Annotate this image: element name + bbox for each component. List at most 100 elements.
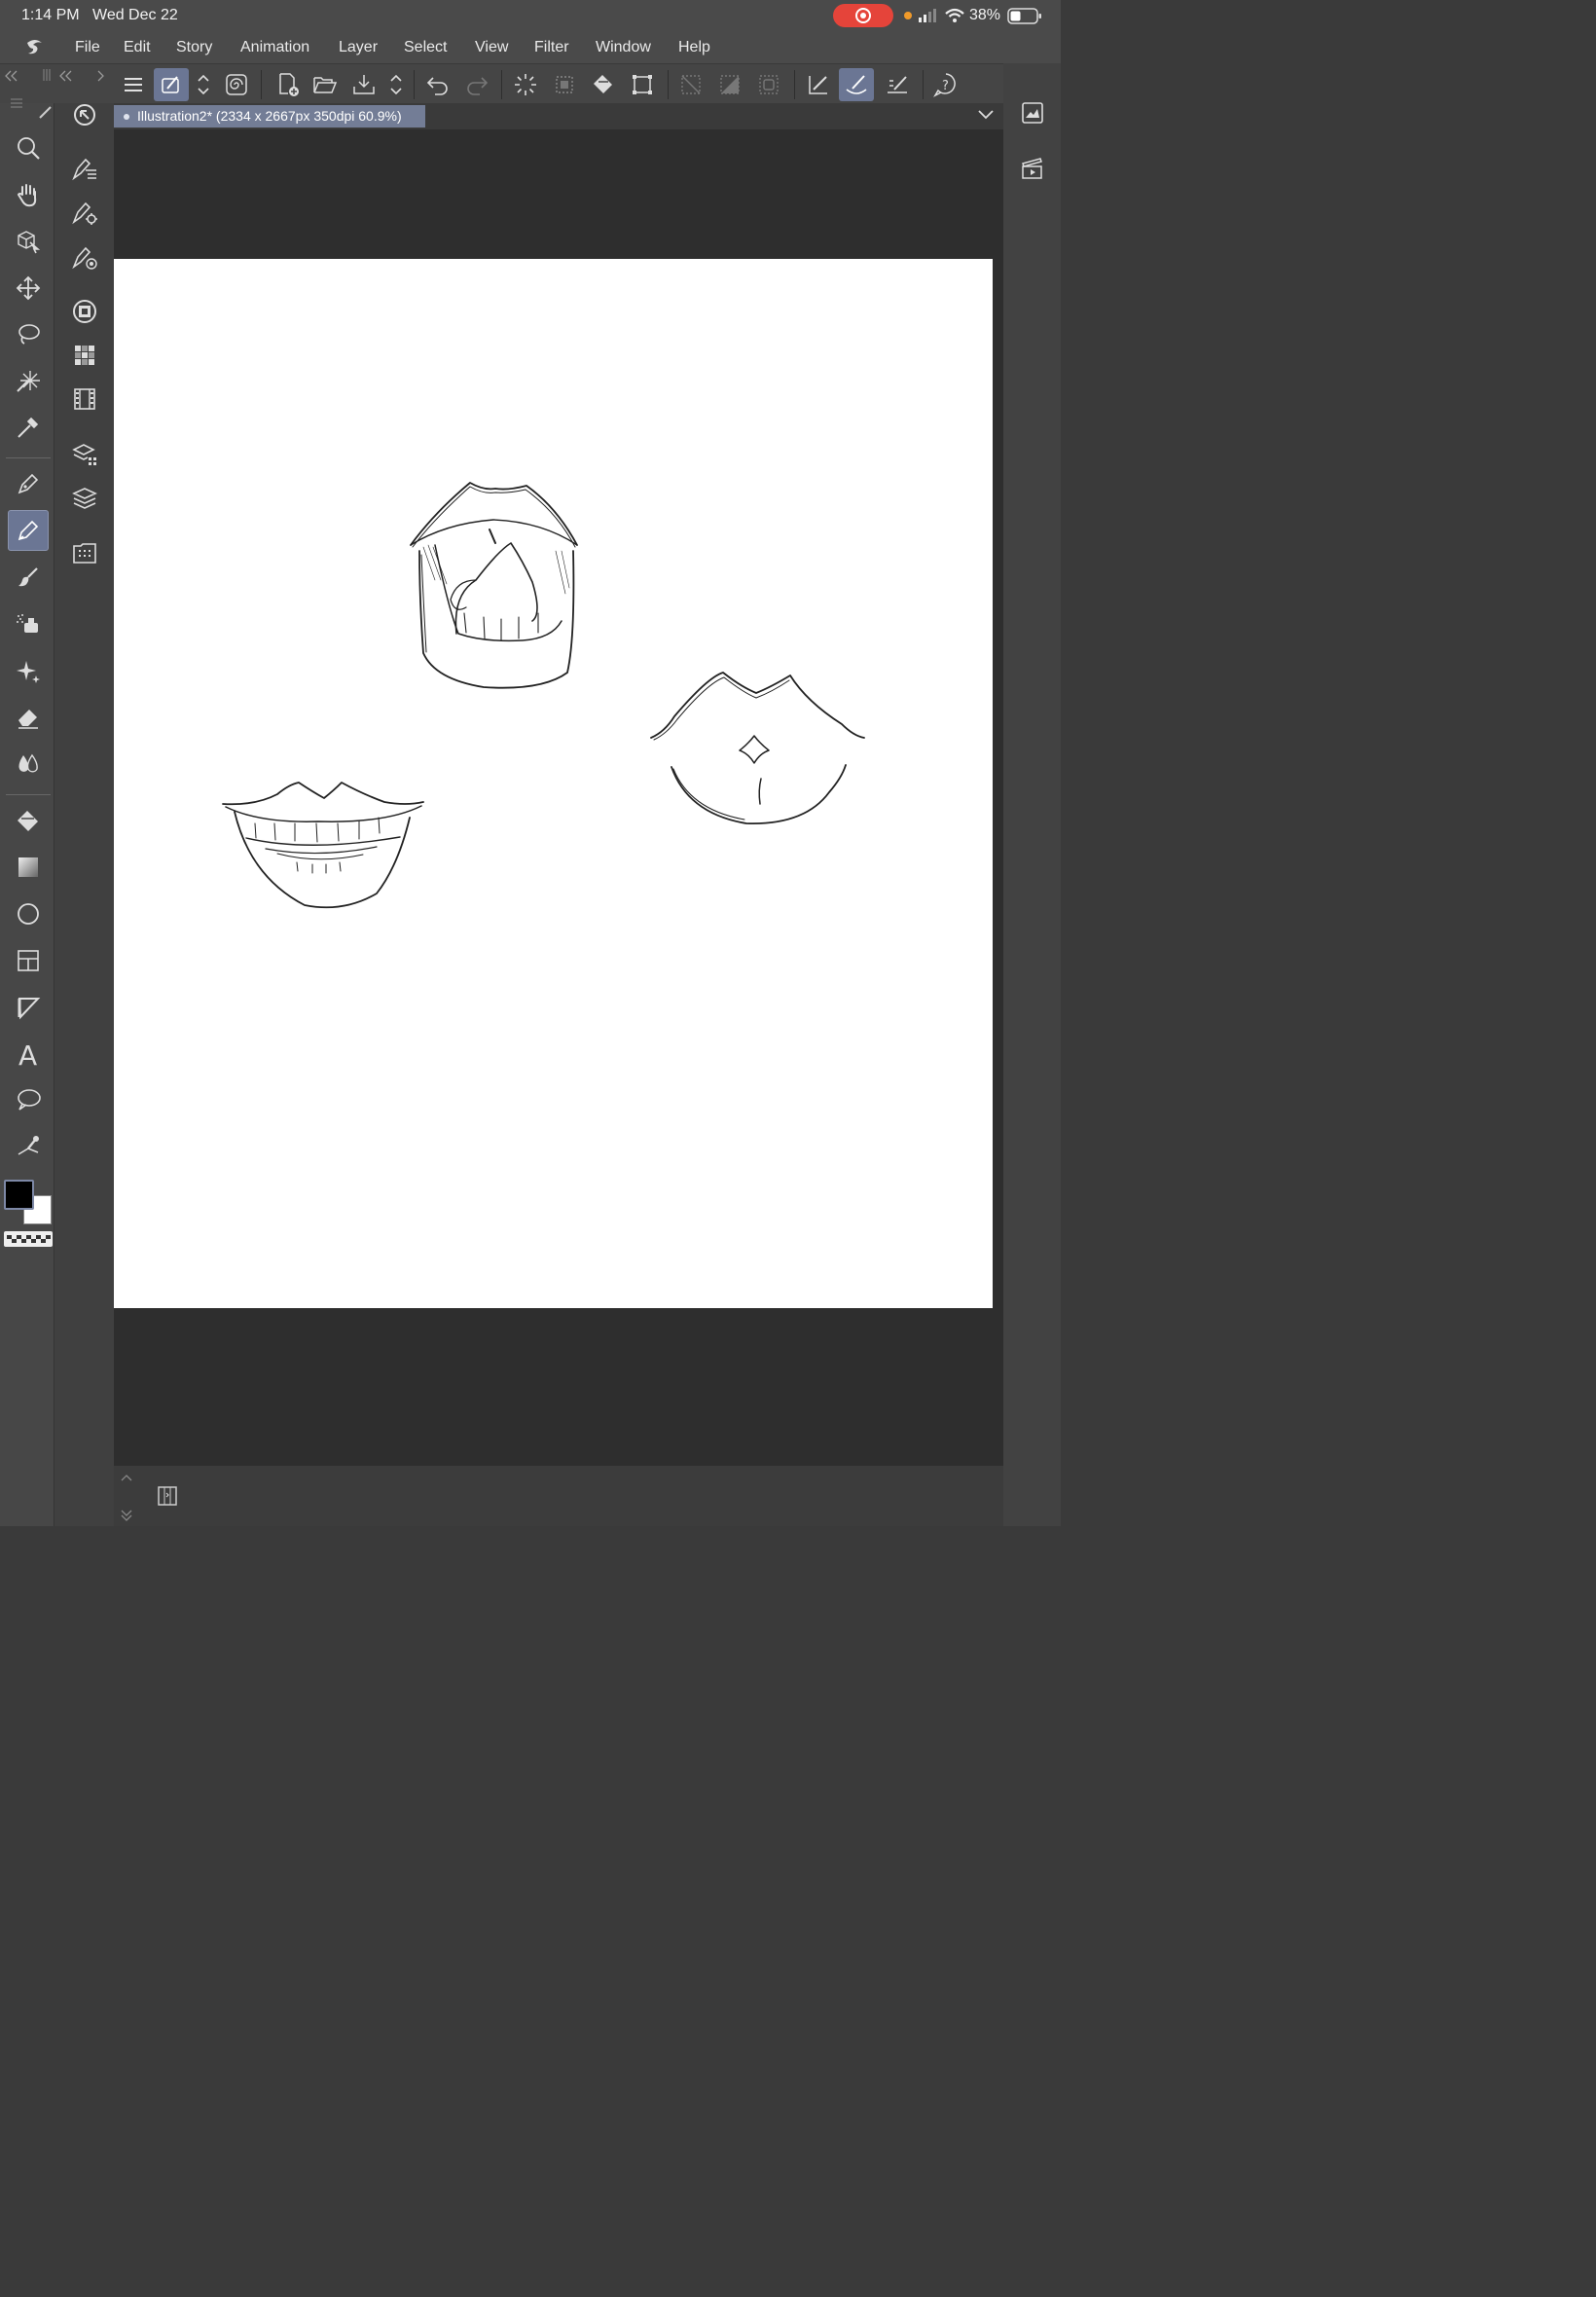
zoom-icon [18,137,40,160]
tool-blend[interactable] [8,744,49,784]
screen-recording-icon[interactable] [833,4,893,27]
undo-button[interactable] [420,68,455,101]
timeline-button[interactable] [66,381,103,418]
color-wheel-button[interactable] [66,293,103,330]
tool-zoom[interactable] [8,128,49,168]
tool-hand[interactable] [8,174,49,215]
command-bar: ? [0,63,1061,103]
menu-window[interactable]: Window [596,39,651,56]
page-manager-icon[interactable] [157,1485,178,1507]
battery-percent: 38% [969,7,1001,23]
tool-eyedropper[interactable] [8,407,49,448]
layer-button[interactable] [66,480,103,517]
operation-icon [18,231,41,254]
menu-story[interactable]: Story [176,39,212,56]
tool-fill[interactable] [8,801,49,842]
sketch-smiling-mouth [222,782,424,909]
quick-access-button[interactable] [154,68,189,101]
clear-outside-selection-button[interactable] [547,68,582,101]
clip-studio-button[interactable] [219,68,254,101]
menu-select[interactable]: Select [404,39,447,56]
invert-selection-button[interactable] [712,68,747,101]
auto-select-icon [17,371,40,392]
tool-selection[interactable] [8,313,49,354]
snap-to-special-ruler-button[interactable] [839,68,874,101]
brush-size-button[interactable] [66,239,103,276]
document-tab[interactable]: Illustration2* (2334 x 2667px 350dpi 60.… [114,105,425,128]
tool-figure[interactable] [8,893,49,934]
menu-animation[interactable]: Animation [240,39,309,56]
animation-cels-button[interactable] [1017,153,1048,184]
menu-file[interactable]: File [75,39,100,56]
material-button[interactable] [66,534,103,571]
menu-help[interactable]: Help [678,39,710,56]
correct-line-icon [18,1136,39,1155]
navigator-button[interactable] [1017,97,1048,128]
snap-to-grid-button[interactable] [880,68,915,101]
double-chevron-down-icon[interactable] [120,1509,133,1522]
tool-brush[interactable] [8,557,49,598]
status-bar: 1:14 PM Wed Dec 22 38% [0,0,1061,31]
collapse-left-icon-2[interactable] [58,70,72,82]
tool-eraser[interactable] [8,697,49,738]
menu-edit[interactable]: Edit [124,39,151,56]
open-file-button[interactable] [308,68,343,101]
command-bar-menu-button[interactable] [116,68,151,101]
palette-menu-icon[interactable] [10,97,23,109]
tool-frame-border[interactable] [8,940,49,981]
tool-pen[interactable] [8,463,49,504]
transparent-color-icon[interactable] [4,1231,53,1247]
right-panel-bar [1003,63,1061,1526]
tool-airbrush[interactable] [8,603,49,644]
tool-ruler[interactable] [8,987,49,1028]
tool-move-layer[interactable] [8,268,49,309]
move-layer-icon [16,275,41,301]
redo-button[interactable] [459,68,494,101]
menu-filter[interactable]: Filter [534,39,569,56]
selection-area-icon [759,75,779,94]
tool-property-button[interactable] [66,151,103,188]
panel-grip-icon[interactable] [41,68,53,82]
transform-button[interactable] [625,68,660,101]
deselect-button[interactable] [673,68,708,101]
text-icon: A [18,1039,37,1069]
expand-right-icon[interactable] [96,70,106,82]
svg-text:A: A [18,1039,37,1069]
chevron-down-icon[interactable] [977,109,995,121]
tool-text[interactable]: A [8,1034,49,1075]
tool-setting-button[interactable] [66,195,103,232]
battery-icon [1007,8,1041,24]
snap-to-ruler-button[interactable] [801,68,836,101]
tool-correct-line[interactable] [8,1126,49,1167]
show-selection-area-button[interactable] [751,68,786,101]
save-button[interactable] [346,68,381,101]
collapse-left-icon[interactable] [4,70,18,82]
menu-view[interactable]: View [475,39,508,56]
gradient-icon [18,857,38,877]
quick-access-arrows[interactable] [191,68,216,101]
fill-button[interactable] [586,68,621,101]
tool-auto-select[interactable] [8,360,49,401]
tool-pencil[interactable] [8,510,49,551]
tool-gradient[interactable] [8,847,49,888]
tool-operation[interactable] [8,221,49,262]
clear-button[interactable] [508,68,543,101]
sub-tool-button[interactable] [66,96,103,133]
help-button[interactable]: ? [928,68,963,101]
tool-decoration[interactable] [8,650,49,691]
fill-bucket-icon [594,75,612,93]
color-set-button[interactable] [66,337,103,374]
undo-icon [426,77,448,95]
layer-property-button[interactable] [66,436,103,473]
main-color-swatch[interactable] [4,1180,34,1210]
app-logo-icon[interactable] [23,37,47,58]
file-more-arrows[interactable] [384,68,408,101]
chevron-up-icon[interactable] [120,1472,133,1483]
tool-balloon[interactable] [8,1079,49,1120]
menu-layer[interactable]: Layer [339,39,378,56]
new-file-button[interactable] [271,68,306,101]
figure-icon [18,903,39,925]
color-set-icon [75,346,94,365]
drawing-canvas[interactable] [114,259,993,1308]
brush-settings-icon [162,76,179,93]
